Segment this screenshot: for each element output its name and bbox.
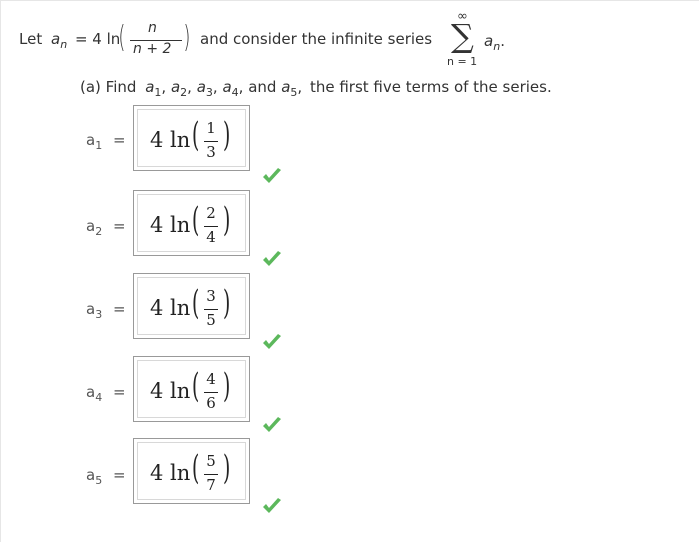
sum-lower-limit: n = 1 bbox=[447, 55, 478, 68]
term-a4: a bbox=[222, 78, 232, 96]
term-a5-sub: 5 bbox=[290, 86, 298, 99]
part-a-prompt: (a) Find a1, a2, a3, a4, and a5, the fir… bbox=[80, 78, 552, 99]
left-paren: ( bbox=[118, 20, 126, 55]
term-a4-sub: 4 bbox=[231, 86, 239, 99]
summand: an. bbox=[484, 32, 505, 53]
answer-numerator: 5 bbox=[206, 452, 216, 470]
term-a3: a bbox=[196, 78, 206, 96]
answer-frac-bar bbox=[204, 309, 218, 310]
header-let: Let an = 4 ln bbox=[19, 30, 121, 51]
answer-denominator: 7 bbox=[206, 476, 216, 494]
answer-frac-bar bbox=[204, 392, 218, 393]
summand-period: . bbox=[500, 32, 505, 50]
answer-input-inner: 4 ln ( 2 4 ) bbox=[137, 194, 246, 252]
answer-coef: 4 ln bbox=[150, 379, 191, 403]
part-a-prefix: (a) Find bbox=[80, 78, 137, 96]
answer-frac-bar bbox=[204, 141, 218, 142]
answer-left-paren: ( bbox=[191, 448, 200, 488]
a-symbol: a bbox=[50, 30, 61, 48]
answer-numerator: 3 bbox=[206, 287, 216, 305]
answer-right-paren: ) bbox=[222, 366, 231, 406]
answer-input-4[interactable]: 4 ln ( 4 6 ) bbox=[133, 356, 250, 422]
answer-input-3[interactable]: 4 ln ( 3 5 ) bbox=[133, 273, 250, 339]
term-a1: a bbox=[145, 78, 155, 96]
consider-text: and consider the infinite series bbox=[200, 30, 433, 48]
answer-frac-bar bbox=[204, 226, 218, 227]
equals-four-ln: = 4 ln bbox=[74, 30, 121, 48]
answer-label: a4 = bbox=[86, 383, 126, 404]
answer-input-1[interactable]: 4 ln ( 1 3 ) bbox=[133, 105, 250, 171]
answer-coef: 4 ln bbox=[150, 461, 191, 485]
answer-label: a2 = bbox=[86, 217, 126, 238]
answer-denominator: 6 bbox=[206, 394, 216, 412]
answer-input-2[interactable]: 4 ln ( 2 4 ) bbox=[133, 190, 250, 256]
and-text: and bbox=[248, 78, 277, 96]
sigma-icon: ∑ bbox=[451, 17, 474, 55]
answer-left-paren: ( bbox=[191, 200, 200, 240]
check-icon bbox=[263, 168, 281, 183]
summand-a: a bbox=[484, 32, 494, 50]
check-icon bbox=[263, 417, 281, 432]
answer-input-5[interactable]: 4 ln ( 5 7 ) bbox=[133, 438, 250, 504]
answer-right-paren: ) bbox=[222, 283, 231, 323]
check-icon bbox=[263, 251, 281, 266]
answer-right-paren: ) bbox=[222, 448, 231, 488]
answer-left-paren: ( bbox=[191, 366, 200, 406]
answer-denominator: 5 bbox=[206, 311, 216, 329]
term-a1-sub: 1 bbox=[154, 86, 162, 99]
answer-input-inner: 4 ln ( 3 5 ) bbox=[137, 277, 246, 335]
answer-denominator: 4 bbox=[206, 228, 216, 246]
answer-input-inner: 4 ln ( 5 7 ) bbox=[137, 442, 246, 500]
check-icon bbox=[263, 334, 281, 349]
answer-coef: 4 ln bbox=[150, 128, 191, 152]
let-text: Let bbox=[19, 30, 43, 48]
answer-left-paren: ( bbox=[191, 283, 200, 323]
header-frac-den: n + 2 bbox=[133, 41, 172, 57]
check-icon bbox=[263, 498, 281, 513]
answer-input-inner: 4 ln ( 4 6 ) bbox=[137, 360, 246, 418]
answer-input-inner: 4 ln ( 1 3 ) bbox=[137, 109, 246, 167]
answer-left-paren: ( bbox=[191, 115, 200, 155]
answer-right-paren: ) bbox=[222, 200, 231, 240]
summand-sub: n bbox=[493, 40, 501, 53]
answer-coef: 4 ln bbox=[150, 296, 191, 320]
answer-coef: 4 ln bbox=[150, 213, 191, 237]
answer-label: a1 = bbox=[86, 131, 126, 152]
term-a3-sub: 3 bbox=[205, 86, 213, 99]
answer-numerator: 4 bbox=[206, 370, 216, 388]
answer-numerator: 1 bbox=[206, 119, 216, 137]
answer-numerator: 2 bbox=[206, 204, 216, 222]
answer-label: a3 = bbox=[86, 300, 126, 321]
term-a2-sub: 2 bbox=[180, 86, 188, 99]
part-a-suffix: the first five terms of the series. bbox=[309, 78, 552, 96]
answer-denominator: 3 bbox=[206, 143, 216, 161]
right-paren: ) bbox=[183, 20, 191, 55]
a-subscript: n bbox=[60, 38, 68, 51]
answer-label: a5 = bbox=[86, 466, 126, 487]
answer-right-paren: ) bbox=[222, 115, 231, 155]
header-frac-num: n bbox=[148, 20, 157, 36]
term-a2: a bbox=[170, 78, 181, 96]
answer-frac-bar bbox=[204, 474, 218, 475]
